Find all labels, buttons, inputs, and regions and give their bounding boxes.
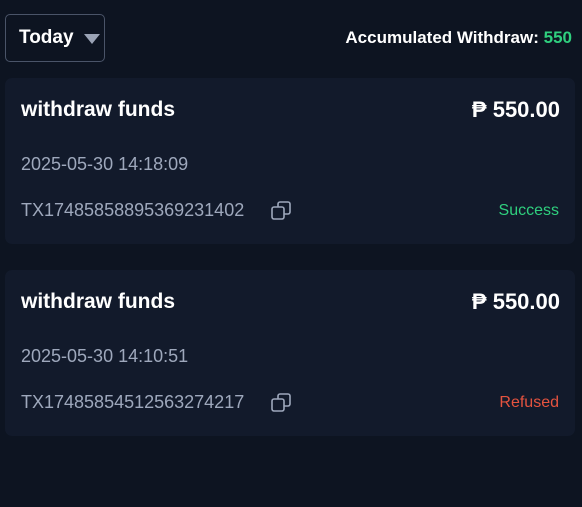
accumulated-withdraw-value: 550 [543,28,572,47]
record-transaction-id: TX17485854512563274217 [21,392,245,412]
record-transaction-id: TX17485858895369231402 [21,200,245,220]
withdraw-record-card: withdraw funds ₱ 550.00 2025-05-30 14:18… [5,78,575,244]
record-status-badge: Success [498,202,559,219]
record-title: withdraw funds [21,98,175,121]
header: Today Accumulated Withdraw: 550 [0,0,582,78]
date-filter-dropdown[interactable]: Today [5,14,105,62]
record-datetime: 2025-05-30 14:10:51 [21,346,189,366]
withdraw-record-card: withdraw funds ₱ 550.00 2025-05-30 14:10… [5,270,575,436]
copy-icon[interactable] [269,391,293,415]
record-status-badge: Refused [499,394,559,411]
accumulated-withdraw-label: Accumulated Withdraw: [345,28,539,47]
date-filter-label: Today [19,27,74,48]
chevron-down-icon [83,34,100,44]
accumulated-withdraw: Accumulated Withdraw: 550 [345,28,572,48]
record-datetime: 2025-05-30 14:18:09 [21,154,189,174]
copy-icon[interactable] [269,199,293,223]
record-title: withdraw funds [21,290,175,313]
record-amount: ₱ 550.00 [471,289,560,314]
record-amount: ₱ 550.00 [471,97,560,122]
